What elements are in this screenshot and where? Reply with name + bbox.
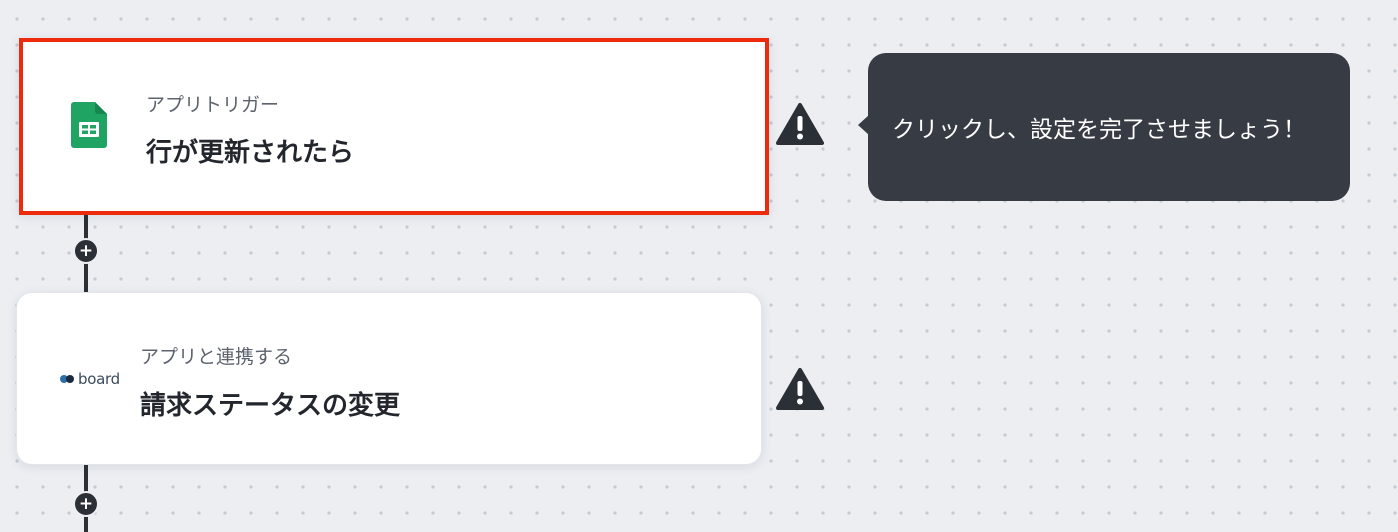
flow-step-card-trigger[interactable]: アプリトリガー 行が更新されたら: [19, 38, 769, 215]
board-logo-mark-icon: [60, 374, 74, 383]
step-title: 請求ステータスの変更: [140, 391, 401, 421]
add-step-button[interactable]: +: [73, 491, 99, 517]
tooltip-arrow: [858, 115, 869, 135]
tooltip-text: クリックし、設定を完了させましょう！: [892, 117, 1306, 143]
google-sheets-icon: [71, 101, 107, 152]
plus-icon: +: [78, 240, 94, 261]
warning-icon[interactable]: [776, 102, 824, 146]
step-type-label: アプリと連携する: [140, 346, 293, 368]
board-logo-text: board: [78, 369, 120, 388]
warning-icon[interactable]: [776, 367, 824, 411]
add-step-button[interactable]: +: [73, 238, 99, 264]
plus-icon: +: [78, 493, 94, 514]
board-logo: board: [59, 370, 120, 388]
flow-step-card-action[interactable]: board アプリと連携する 請求ステータスの変更: [16, 292, 762, 465]
setup-hint-tooltip: クリックし、設定を完了させましょう！: [858, 53, 1350, 201]
step-title: 行が更新されたら: [146, 138, 355, 168]
step-type-label: アプリトリガー: [146, 94, 280, 116]
